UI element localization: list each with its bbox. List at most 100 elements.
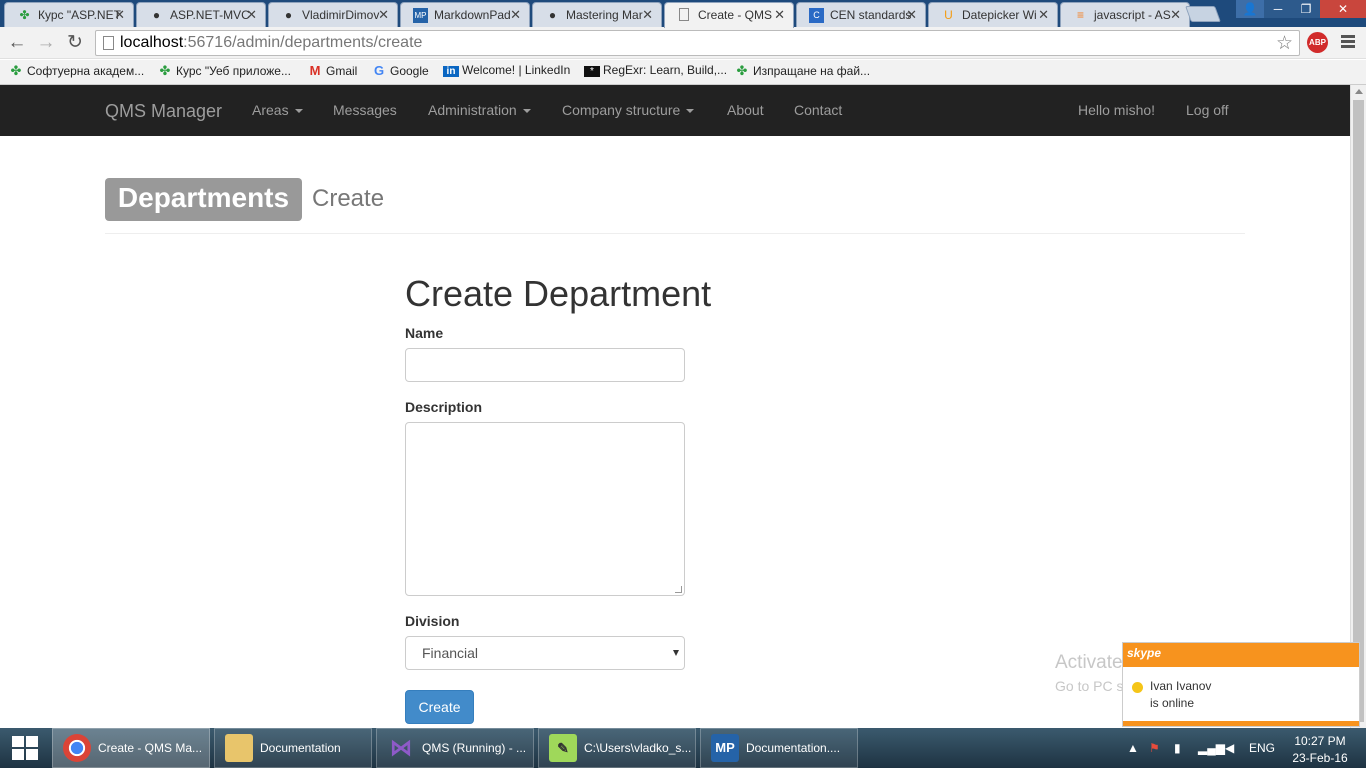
browser-tab[interactable]: ≡ javascript - AS ✕ [1060,2,1190,27]
nav-areas[interactable]: Areas [252,102,303,118]
close-tab-icon[interactable]: ✕ [906,7,917,23]
bookmark-label: RegExr: Learn, Build,... [603,63,728,77]
nav-contact[interactable]: Contact [794,102,842,118]
skype-contact-name: Ivan Ivanov [1150,679,1212,693]
telerik-icon: ✤ [10,63,22,78]
taskbar-label: Create - QMS Ma... [98,741,203,755]
browser-tab-strip: ✤ Курс "ASP.NET ✕ ● ASP.NET-MVC ✕ ● Vlad… [0,0,1366,28]
name-input[interactable] [405,348,685,382]
scrollbar-thumb[interactable] [1353,100,1364,722]
close-tab-icon[interactable]: ✕ [642,7,653,23]
close-tab-icon[interactable]: ✕ [510,7,521,23]
browser-tab[interactable]: C CEN standards ✕ [796,2,926,27]
nav-label: Company structure [562,102,681,118]
bookmarks-bar: ✤ Софтуерна академ... ✤ Курс "Уеб приложе.… [0,60,1366,85]
new-tab-button[interactable] [1185,6,1221,22]
bookmark-label: Gmail [326,64,358,78]
windows-start-icon[interactable] [12,736,38,760]
cen-icon: C [809,8,824,23]
bookmark-star-icon[interactable]: ☆ [1276,32,1293,55]
reload-icon[interactable]: ↻ [64,32,86,54]
bookmark-label: Welcome! | LinkedIn [462,63,571,77]
tab-title: Datepicker Wi [962,8,1037,22]
nav-company-structure[interactable]: Company structure [562,102,695,118]
nav-user-greeting[interactable]: Hello misho! [1078,102,1155,118]
bookmark-item[interactable]: * RegExr: Learn, Build,... [584,63,727,77]
bookmark-item[interactable]: M Gmail [307,63,358,78]
chrome-menu-icon[interactable] [1341,35,1355,50]
nav-messages[interactable]: Messages [333,102,397,118]
forward-icon[interactable]: → [35,32,57,54]
close-window-icon[interactable]: ✕ [1320,0,1366,18]
site-navbar: QMS Manager Areas Messages Administratio… [0,85,1350,136]
system-clock[interactable]: 10:27 PM 23-Feb-16 [1290,734,1350,765]
adblock-plus-icon[interactable]: ABP [1307,32,1328,53]
bookmark-item[interactable]: G Google [371,63,429,78]
tab-title: ASP.NET-MVC [170,8,250,22]
maximize-icon[interactable]: ❐ [1292,0,1320,18]
taskbar-item-visual-studio[interactable]: ⋈ QMS (Running) - ... [376,728,534,768]
close-tab-icon[interactable]: ✕ [378,7,389,23]
window-controls: 👤 ─ ❐ ✕ [1236,0,1366,18]
close-tab-icon[interactable]: ✕ [1038,7,1049,23]
browser-tab[interactable]: ● ASP.NET-MVC ✕ [136,2,266,27]
bookmark-label: Софтуерна академ... [27,64,145,78]
browser-tab-active[interactable]: Create - QMS ✕ [664,2,794,28]
nav-administration[interactable]: Administration [428,102,531,118]
description-textarea[interactable] [405,422,685,596]
gmail-icon: M [309,63,321,78]
battery-icon[interactable]: ▮ [1174,741,1181,755]
close-tab-icon[interactable]: ✕ [114,7,125,23]
browser-tab[interactable]: ✤ Курс "ASP.NET ✕ [4,2,134,27]
nav-about[interactable]: About [727,102,764,118]
linkedin-icon: in [443,66,459,77]
bookmark-item[interactable]: ✤ Софтуерна академ... [8,63,145,79]
github-icon: ● [548,8,557,22]
browser-tab[interactable]: ● VladimirDimov ✕ [268,2,398,27]
language-indicator[interactable]: ENG [1249,741,1275,755]
header-divider [105,233,1245,234]
show-hidden-icons-icon[interactable]: ▲ [1127,741,1139,755]
bookmark-item[interactable]: in Welcome! | LinkedIn [443,63,570,77]
tab-title: MarkdownPad [434,8,511,22]
address-bar[interactable]: localhost:56716/admin/departments/create… [95,30,1300,56]
page-scrollbar[interactable] [1350,85,1366,728]
nav-logoff[interactable]: Log off [1186,102,1229,118]
site-brand[interactable]: QMS Manager [105,101,222,122]
taskbar-item-markdownpad[interactable]: MP Documentation.... [700,728,858,768]
create-button[interactable]: Create [405,690,474,724]
taskbar-item-notepad[interactable]: ✎ C:\Users\vladko_s... [538,728,696,768]
bookmark-item[interactable]: ✤ Курс "Уеб приложе... [157,63,291,79]
browser-tab[interactable]: MP MarkdownPad ✕ [400,2,530,27]
bookmark-item[interactable]: ✤ Изпращане на фай... [734,63,871,79]
url-path: :56716/admin/departments/create [183,34,423,51]
github-icon: ● [284,8,293,22]
user-icon[interactable]: 👤 [1236,0,1264,18]
skype-footer-bar [1123,721,1359,726]
close-tab-icon[interactable]: ✕ [774,7,785,23]
signal-icon[interactable]: ▂▄▆ [1198,741,1225,755]
close-tab-icon[interactable]: ✕ [1170,7,1181,23]
close-tab-icon[interactable]: ✕ [246,7,257,23]
github-icon: ● [152,8,161,22]
clock-date: 23-Feb-16 [1292,751,1348,765]
network-error-icon[interactable]: ⚑ [1149,741,1160,755]
scroll-up-icon[interactable] [1355,89,1363,94]
bookmark-label: Курс "Уеб приложе... [176,64,291,78]
taskbar-item-chrome[interactable]: Create - QMS Ma... [52,728,210,768]
tab-title: Create - QMS [698,8,773,22]
clock-time: 10:27 PM [1294,734,1346,748]
bookmark-label: Google [390,64,429,78]
back-icon[interactable]: ← [6,32,28,54]
volume-icon[interactable]: ◀ [1225,741,1234,755]
skype-notification[interactable]: skype Ivan Ivanov is online [1122,642,1360,727]
resize-handle-icon[interactable] [675,586,682,593]
division-select[interactable]: Financial [405,636,685,670]
browser-tab[interactable]: U Datepicker Wi ✕ [928,2,1058,27]
tab-title: CEN standards [830,8,912,22]
nav-label: Administration [428,102,517,118]
minimize-icon[interactable]: ─ [1264,0,1292,18]
taskbar-item-explorer[interactable]: Documentation [214,728,372,768]
browser-tab[interactable]: ● Mastering Mar ✕ [532,2,662,27]
caret-down-icon [294,109,303,114]
